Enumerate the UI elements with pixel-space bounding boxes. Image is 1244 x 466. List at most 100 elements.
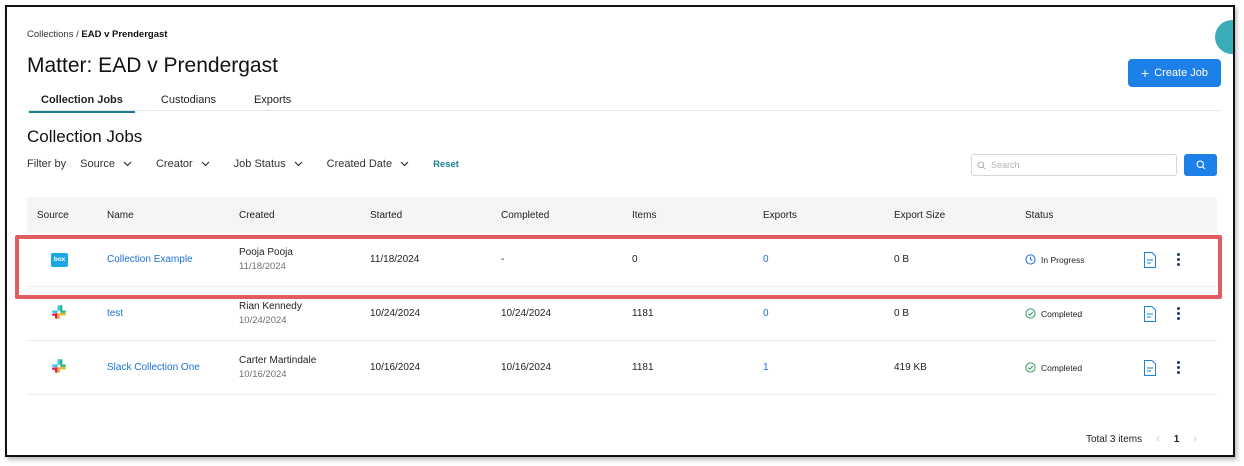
export-size-cell: 0 B	[894, 308, 910, 319]
created-date: 10/24/2024	[239, 315, 287, 326]
breadcrumb-parent-link[interactable]: Collections	[27, 29, 73, 40]
export-size-cell: 0 B	[894, 254, 910, 265]
status-badge: Completed	[1025, 308, 1143, 319]
chevron-down-icon	[294, 161, 303, 167]
document-icon[interactable]	[1143, 305, 1157, 323]
started-cell: 10/24/2024	[370, 308, 421, 319]
status-label: Completed	[1041, 362, 1083, 373]
creator-name: Rian Kennedy	[239, 301, 302, 312]
items-cell: 0	[632, 254, 638, 265]
avatar[interactable]	[1215, 20, 1233, 54]
source-cell	[27, 304, 107, 323]
filter-bar: Filter by Source Creator Job Status Crea…	[27, 158, 459, 170]
source-cell: box	[27, 252, 107, 267]
search-icon	[1195, 160, 1205, 170]
completed-cell: 10/24/2024	[501, 308, 552, 319]
filter-created-date-dropdown[interactable]: Created Date	[327, 158, 409, 170]
search-input[interactable]	[989, 159, 1173, 171]
status-badge: Completed	[1025, 362, 1143, 373]
table-header: Source Name Created Started Completed It…	[27, 197, 1217, 233]
slack-logo-icon	[52, 305, 66, 319]
table-row[interactable]: test Rian Kennedy 10/24/2024 10/24/2024 …	[27, 287, 1217, 341]
column-header-export-size: Export Size	[894, 209, 946, 221]
create-job-label: Create Job	[1154, 67, 1208, 79]
clock-icon	[1025, 254, 1036, 265]
job-name-link[interactable]: Collection Example	[107, 254, 193, 265]
chevron-left-icon[interactable]: ‹	[1156, 433, 1160, 445]
more-options-icon[interactable]	[1177, 253, 1180, 266]
breadcrumb: Collections / EAD v Prendergast	[27, 29, 167, 40]
column-header-started: Started	[370, 209, 403, 221]
exports-cell: 0	[763, 254, 894, 265]
created-date: 10/16/2024	[239, 369, 287, 380]
filter-creator-dropdown[interactable]: Creator	[156, 158, 210, 170]
section-title: Collection Jobs	[27, 127, 143, 146]
export-size-cell: 419 KB	[894, 362, 927, 373]
exports-link[interactable]: 1	[763, 362, 769, 373]
chevron-down-icon	[201, 161, 210, 167]
check-circle-icon	[1025, 362, 1036, 373]
chevron-down-icon	[400, 161, 409, 167]
slack-logo-icon	[52, 359, 66, 373]
status-cell: Completed	[1025, 308, 1143, 319]
created-cell: Pooja Pooja 11/18/2024	[239, 247, 370, 272]
created-date: 11/18/2024	[239, 261, 286, 272]
column-header-items: Items	[632, 209, 657, 221]
search-button[interactable]	[1184, 154, 1217, 176]
column-header-completed: Completed	[501, 209, 550, 221]
created-cell: Carter Martindale 10/16/2024	[239, 355, 370, 380]
creator-name: Pooja Pooja	[239, 247, 293, 258]
column-header-created: Created	[239, 209, 275, 221]
creator-name: Carter Martindale	[239, 355, 317, 366]
filter-created-date-label: Created Date	[326, 158, 393, 170]
started-cell: 11/18/2024	[370, 254, 420, 265]
filter-by-label: Filter by	[27, 158, 67, 170]
status-label: In Progress	[1041, 254, 1085, 265]
more-options-icon[interactable]	[1177, 307, 1180, 320]
column-header-status: Status	[1025, 209, 1054, 221]
filter-source-dropdown[interactable]: Source	[80, 158, 132, 170]
status-label: Completed	[1041, 308, 1083, 319]
items-cell: 1181	[632, 308, 654, 319]
job-name-cell: Collection Example	[107, 254, 239, 265]
tabs-divider	[27, 110, 1221, 111]
reset-filters-link[interactable]: Reset	[433, 159, 459, 170]
filter-job-status-dropdown[interactable]: Job Status	[234, 158, 303, 170]
items-cell: 1181	[632, 362, 654, 373]
chevron-right-icon[interactable]: ›	[1193, 433, 1197, 445]
exports-cell: 0	[763, 308, 894, 319]
completed-cell: -	[501, 254, 505, 265]
breadcrumb-current: EAD v Prendergast	[81, 29, 168, 40]
table-row[interactable]: box Collection Example Pooja Pooja 11/18…	[27, 233, 1217, 287]
exports-cell: 1	[763, 362, 894, 373]
table-row[interactable]: Slack Collection One Carter Martindale 1…	[27, 341, 1217, 395]
page-title: Matter: EAD v Prendergast	[27, 54, 278, 77]
source-cell	[27, 358, 107, 377]
document-icon[interactable]	[1143, 359, 1157, 377]
exports-link[interactable]: 0	[763, 254, 769, 265]
column-header-source: Source	[37, 209, 69, 221]
app-window: Collections / EAD v Prendergast Matter: …	[5, 5, 1235, 457]
chevron-down-icon	[123, 161, 132, 167]
document-icon[interactable]	[1143, 251, 1157, 269]
filter-source-label: Source	[80, 158, 115, 170]
filter-job-status-label: Job Status	[233, 158, 286, 170]
job-name-cell: Slack Collection One	[107, 362, 239, 373]
page-number-current[interactable]: 1	[1174, 434, 1180, 445]
completed-cell: 10/16/2024	[501, 362, 552, 373]
column-header-name: Name	[107, 209, 134, 221]
check-circle-icon	[1025, 308, 1036, 319]
status-badge: In Progress	[1025, 254, 1143, 265]
status-cell: In Progress	[1025, 254, 1143, 265]
job-name-cell: test	[107, 308, 239, 319]
create-job-button[interactable]: + Create Job	[1128, 59, 1221, 87]
started-cell: 10/16/2024	[370, 362, 421, 373]
filter-creator-label: Creator	[155, 158, 193, 170]
search-field	[971, 154, 1177, 176]
status-cell: Completed	[1025, 362, 1143, 373]
more-options-icon[interactable]	[1177, 361, 1180, 374]
job-name-link[interactable]: test	[107, 308, 123, 319]
exports-link[interactable]: 0	[763, 308, 769, 319]
job-name-link[interactable]: Slack Collection One	[107, 362, 200, 373]
pagination: Total 3 items ‹ 1 ›	[1086, 433, 1211, 445]
